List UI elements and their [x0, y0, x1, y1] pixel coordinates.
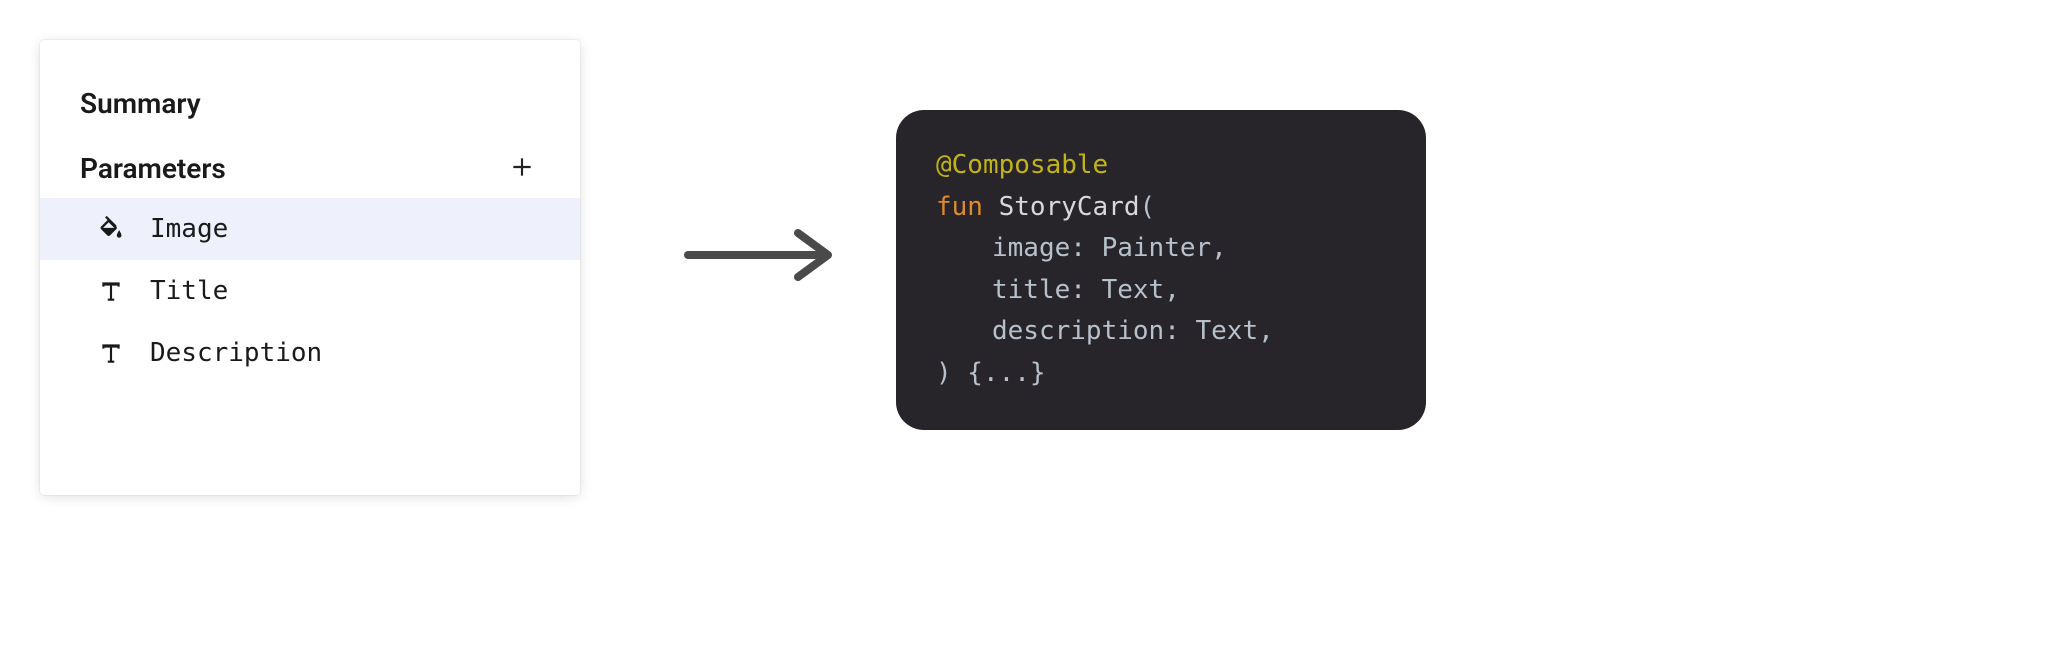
- parameter-row-title[interactable]: Title: [40, 260, 580, 322]
- text-icon: [96, 276, 126, 306]
- summary-section-title: Summary: [40, 75, 580, 138]
- plus-icon: [509, 154, 535, 183]
- code-line: image: Painter,: [936, 228, 1386, 270]
- text-icon: [96, 338, 126, 368]
- param-type: Painter: [1102, 233, 1212, 263]
- param-name: description: [992, 316, 1164, 346]
- code-line: @Composable: [936, 145, 1386, 187]
- parameters-section-header: Parameters: [40, 138, 580, 198]
- param-type: Text: [1196, 316, 1259, 346]
- param-name: image: [992, 233, 1070, 263]
- code-line: fun StoryCard(: [936, 187, 1386, 229]
- code-line: description: Text,: [936, 311, 1386, 353]
- param-name: title: [992, 275, 1070, 305]
- arrow-right-icon: [680, 225, 840, 289]
- open-paren: (: [1140, 192, 1156, 222]
- annotation-token: @Composable: [936, 150, 1108, 180]
- code-line: ) {...}: [936, 353, 1386, 395]
- add-parameter-button[interactable]: [504, 150, 540, 186]
- parameter-row-image[interactable]: Image: [40, 198, 580, 260]
- function-name-token: StoryCard: [999, 192, 1140, 222]
- parameter-label: Description: [150, 338, 322, 368]
- parameters-section-title: Parameters: [80, 152, 226, 185]
- parameter-row-description[interactable]: Description: [40, 322, 580, 384]
- code-snippet: @Composable fun StoryCard( image: Painte…: [896, 110, 1426, 430]
- code-line: title: Text,: [936, 270, 1386, 312]
- parameter-label: Title: [150, 276, 228, 306]
- fill-icon: [96, 214, 126, 244]
- param-type: Text: [1102, 275, 1165, 305]
- parameter-label: Image: [150, 214, 228, 244]
- properties-panel: Summary Parameters Image Title: [40, 40, 580, 495]
- close-line: ) {...}: [936, 358, 1046, 388]
- keyword-token: fun: [936, 192, 983, 222]
